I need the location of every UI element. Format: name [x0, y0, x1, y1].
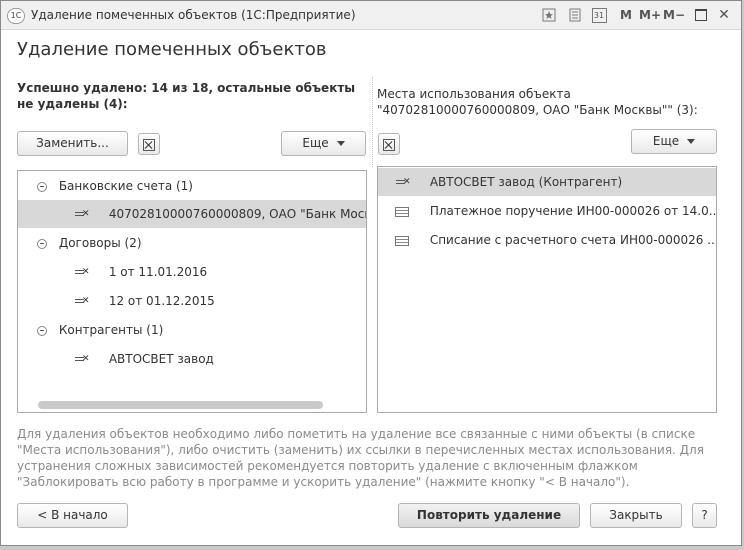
chevron-down-icon	[336, 141, 345, 146]
close-button[interactable]: Закрыть	[590, 503, 682, 528]
right-more-button[interactable]: Еще	[631, 129, 717, 154]
left-more-button[interactable]: Еще	[281, 131, 366, 156]
tree-item-row[interactable]: АВТОСВЕТ завод	[18, 345, 366, 373]
marked-object-icon	[396, 177, 412, 188]
usage-row[interactable]: АВТОСВЕТ завод (Контрагент)	[378, 168, 716, 196]
delete-mark-icon	[383, 138, 395, 151]
tree-item-row[interactable]: 12 от 01.12.2015	[18, 287, 366, 315]
right-more-label: Еще	[652, 134, 680, 148]
usage-row[interactable]: Списание с расчетного счета ИН00-000026 …	[378, 226, 716, 254]
maximize-icon[interactable]	[694, 6, 708, 24]
deletion-status-label: Успешно удалено: 14 из 18, остальные объ…	[17, 81, 356, 111]
repeat-deletion-button[interactable]: Повторить удаление	[398, 503, 580, 528]
usage-item-label: Платежное поручение ИН00-000026 от 14.0.…	[429, 204, 717, 218]
calendar-icon[interactable]: 31	[591, 6, 607, 24]
tree-item-label: 1 от 11.01.2016	[108, 265, 208, 279]
tree-group-label: Договоры (2)	[58, 236, 142, 250]
left-more-label: Еще	[302, 136, 329, 150]
tree-item-row[interactable]: 40702810000760000809, ОАО "Банк Москвы"	[18, 200, 366, 228]
close-icon[interactable]: ✕	[717, 6, 731, 24]
back-to-start-button[interactable]: < В начало	[17, 503, 128, 528]
usage-places-label: Места использования объекта "40702810000…	[377, 87, 698, 117]
usage-item-label: Списание с расчетного счета ИН00-000026 …	[429, 233, 717, 247]
horizontal-scrollbar[interactable]	[38, 401, 323, 409]
usage-row[interactable]: Платежное поручение ИН00-000026 от 14.0.…	[378, 197, 716, 225]
tree-group-row[interactable]: Контрагенты (1)	[18, 316, 366, 344]
collapse-icon[interactable]	[37, 325, 47, 336]
help-text: Для удаления объектов необходимо либо по…	[17, 427, 704, 489]
chevron-down-icon	[687, 139, 696, 144]
app-logo-icon[interactable]: 1С	[7, 8, 25, 24]
memory-m-button[interactable]: M	[619, 6, 633, 24]
clear-marked-button[interactable]	[138, 133, 160, 155]
right-clear-marked-button[interactable]	[378, 133, 400, 155]
tree-item-label: АВТОСВЕТ завод	[108, 352, 214, 366]
tree-item-label: 12 от 01.12.2015	[108, 294, 215, 308]
window-title: Удаление помеченных объектов (1С:Предпри…	[31, 8, 356, 22]
tree-item-label: 40702810000760000809, ОАО "Банк Москвы"	[108, 207, 367, 221]
collapse-icon[interactable]	[37, 181, 47, 192]
title-bar: 1С Удаление помеченных объектов (1С:Пред…	[1, 1, 741, 30]
memory-minus-button[interactable]: M−	[663, 6, 685, 24]
panel-divider[interactable]	[372, 77, 373, 167]
report-icon[interactable]	[568, 6, 582, 24]
help-button[interactable]: ?	[692, 503, 717, 528]
delete-mark-icon	[143, 138, 155, 151]
marked-object-icon	[75, 354, 91, 365]
collapse-icon[interactable]	[37, 238, 47, 249]
tree-group-row[interactable]: Договоры (2)	[18, 229, 366, 257]
document-icon	[395, 235, 409, 246]
tree-group-row[interactable]: Банковские счета (1)	[18, 172, 366, 200]
page-title: Удаление помеченных объектов	[17, 39, 327, 60]
tree-group-label: Контрагенты (1)	[58, 323, 164, 337]
memory-plus-button[interactable]: M+	[639, 6, 661, 24]
not-deleted-tree[interactable]: Банковские счета (1) 4070281000076000080…	[17, 170, 367, 413]
document-icon	[395, 206, 409, 217]
marked-object-icon	[75, 267, 91, 278]
calendar-icon-text: 31	[591, 8, 607, 23]
usage-places-list[interactable]: АВТОСВЕТ завод (Контрагент) Платежное по…	[377, 166, 717, 413]
marked-object-icon	[75, 209, 91, 220]
marked-object-icon	[75, 296, 91, 307]
favorite-icon[interactable]	[542, 6, 556, 24]
tree-group-label: Банковские счета (1)	[58, 179, 193, 193]
dialog-window: 1С Удаление помеченных объектов (1С:Пред…	[0, 0, 742, 546]
tree-item-row[interactable]: 1 от 11.01.2016	[18, 258, 366, 286]
usage-item-label: АВТОСВЕТ завод (Контрагент)	[429, 175, 623, 189]
replace-button[interactable]: Заменить...	[17, 131, 128, 156]
